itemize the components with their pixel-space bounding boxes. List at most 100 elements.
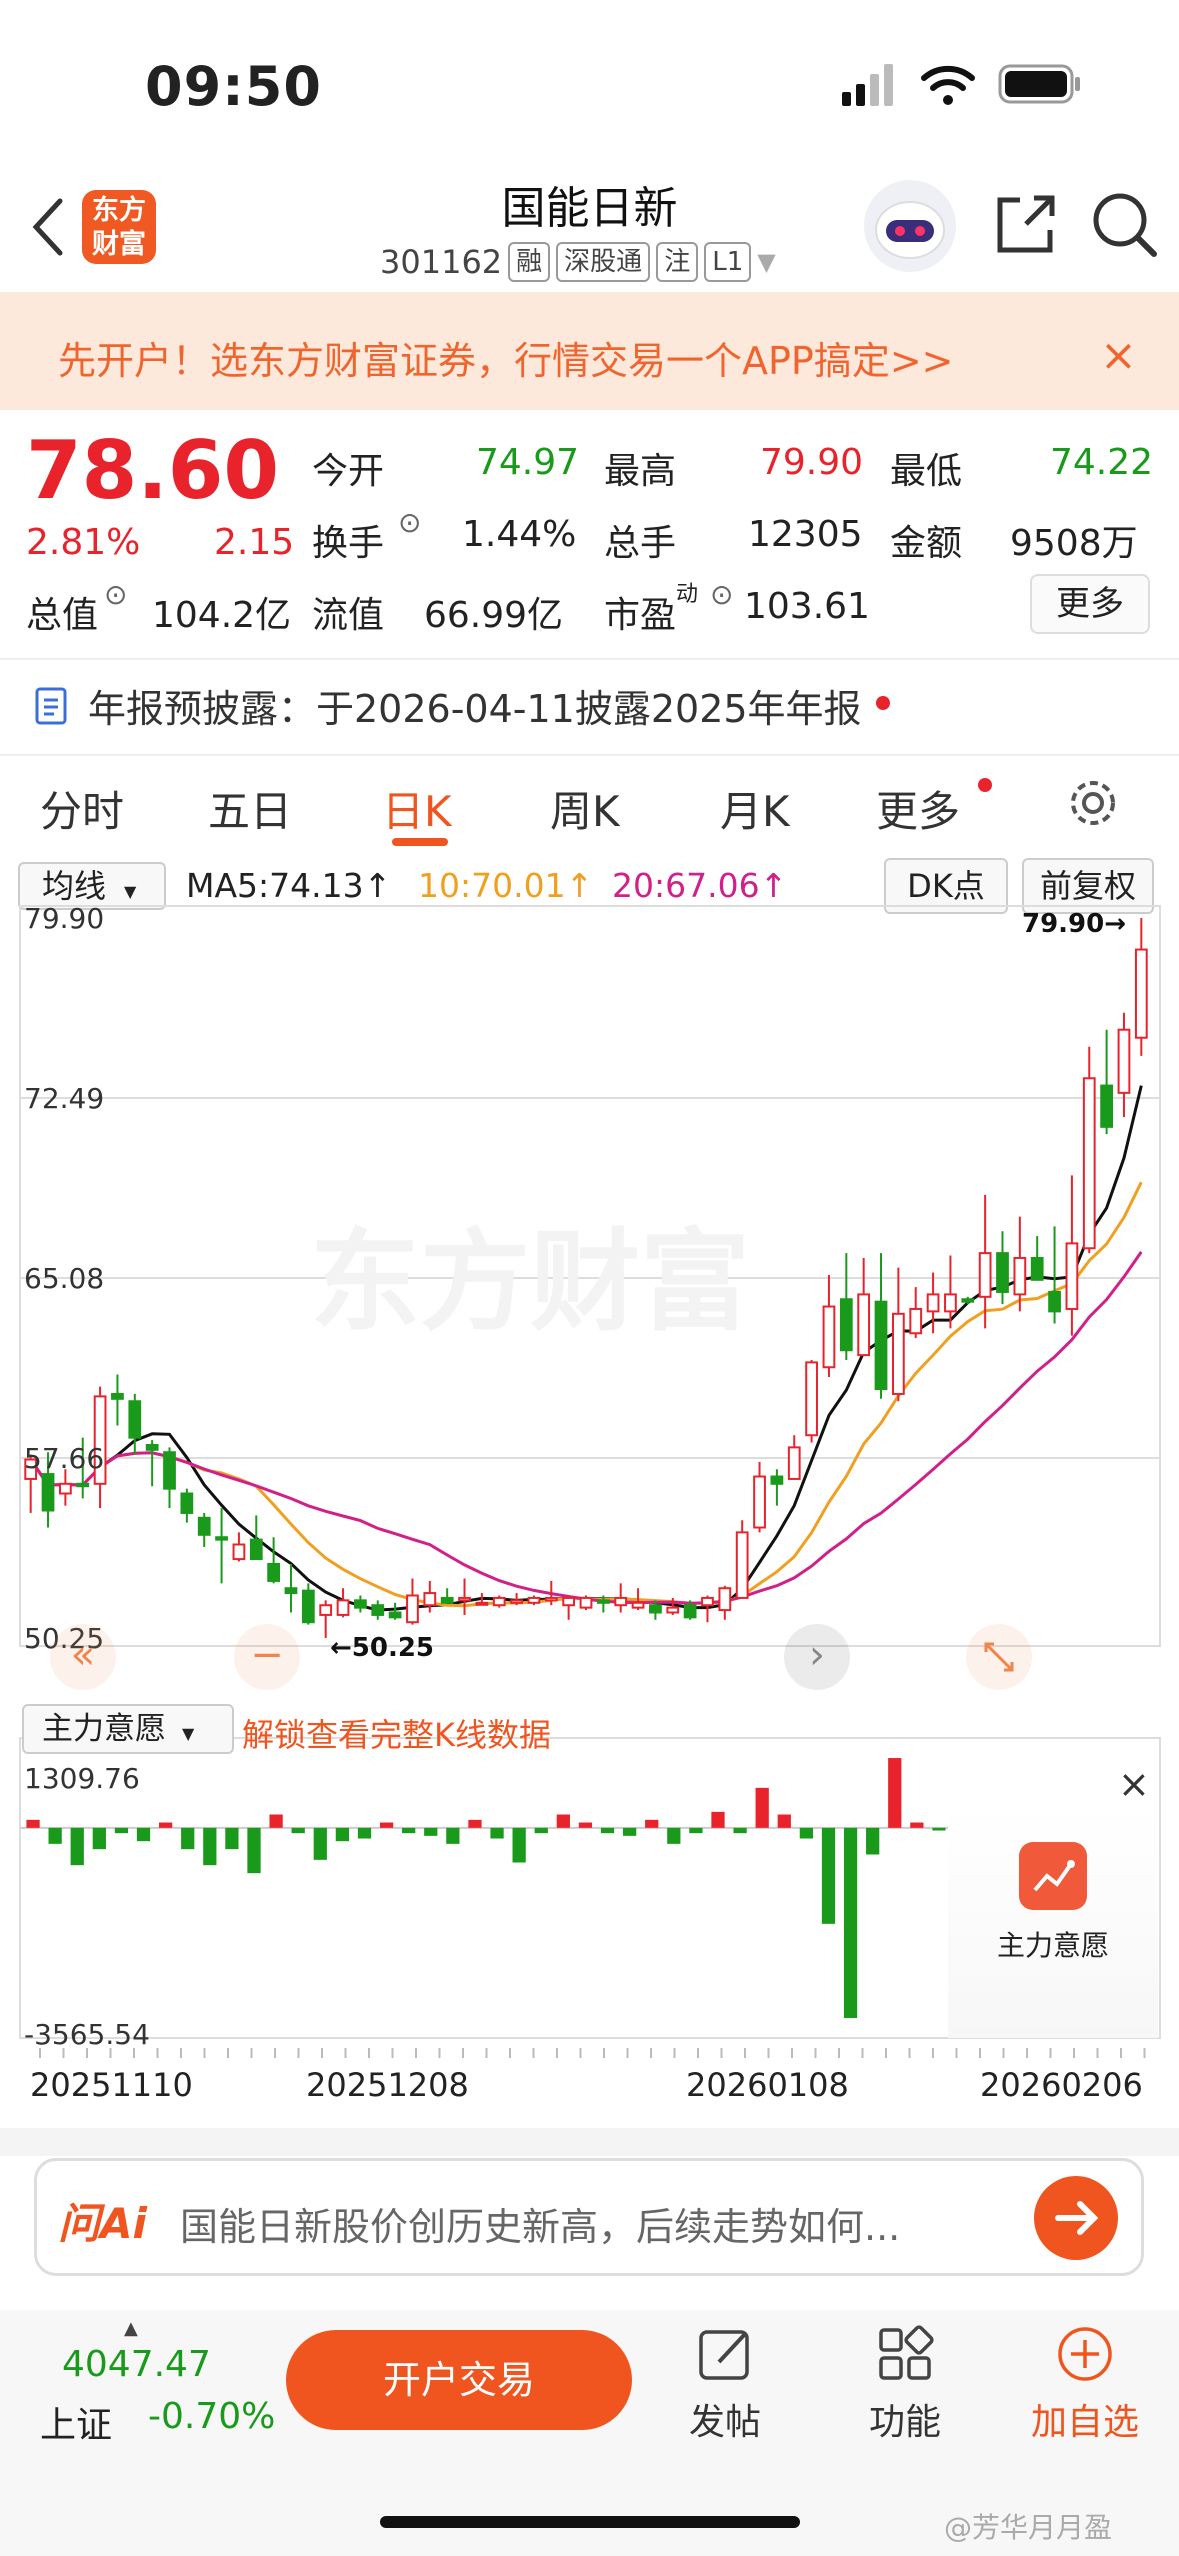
amount-label: 金额 xyxy=(890,523,963,564)
robot-avatar-icon[interactable] xyxy=(864,180,956,272)
tab-monthly-k[interactable]: 月K xyxy=(720,778,790,839)
low-value: 74.22 xyxy=(1050,442,1154,483)
sub-bar xyxy=(26,1819,40,1828)
post-button[interactable]: 发帖 xyxy=(680,2324,770,2445)
candle-body xyxy=(163,1451,176,1490)
candle-body xyxy=(787,1446,801,1480)
main-force-icon xyxy=(1019,1842,1087,1910)
candle-body xyxy=(180,1492,194,1514)
sub-bar xyxy=(910,1822,924,1828)
plus-circle-icon xyxy=(1058,2327,1112,2381)
candle-body xyxy=(76,1482,90,1488)
sub-bar xyxy=(203,1827,217,1866)
function-button[interactable]: 功能 xyxy=(860,2324,950,2445)
candle-body xyxy=(475,1601,489,1606)
candle-body xyxy=(111,1392,124,1400)
candle-body xyxy=(510,1599,523,1604)
more-button[interactable]: 更多 xyxy=(1030,574,1150,634)
tab-intraday[interactable]: 分时 xyxy=(40,778,124,839)
sub-indicator-select[interactable]: 主力意愿 ▼ xyxy=(22,1704,234,1754)
scroll-left-button[interactable]: « xyxy=(50,1624,116,1690)
share-icon[interactable] xyxy=(990,190,1060,264)
close-icon[interactable]: × xyxy=(1118,1762,1150,1806)
arrow-right-icon[interactable] xyxy=(1034,2176,1118,2260)
candle-body xyxy=(215,1536,228,1541)
y-axis-label: 57.66 xyxy=(24,1442,104,1475)
pe-label: 市盈 xyxy=(604,595,677,636)
candle-body xyxy=(267,1562,281,1582)
open-value: 74.97 xyxy=(476,442,580,483)
date-label: 20260108 xyxy=(686,2066,849,2104)
candle-body xyxy=(857,1293,871,1357)
sub-select-label: 主力意愿 xyxy=(42,1711,166,1747)
change-amt: 2.15 xyxy=(214,522,295,563)
stock-subline[interactable]: 301162 融 深股通 注 L1 ▼ xyxy=(380,242,776,282)
info-icon[interactable]: ⊙ xyxy=(710,578,733,611)
tab-more[interactable]: 更多 xyxy=(876,778,960,839)
promo-text[interactable]: 先开户！选东方财富证券，行情交易一个APP搞定>> xyxy=(58,330,954,385)
ai-question-text[interactable]: 国能日新股价创历史新高，后续走势如何... xyxy=(180,2196,900,2251)
search-icon[interactable] xyxy=(1090,190,1160,264)
tab-more-dot xyxy=(978,778,992,792)
float-value: 66.99亿 xyxy=(424,595,564,636)
sub-bar xyxy=(181,1827,195,1850)
tag-registered: 注 xyxy=(656,242,699,282)
home-indicator xyxy=(380,2516,800,2528)
candle-body xyxy=(996,1252,1009,1293)
sub-bar xyxy=(866,1827,880,1855)
next-button[interactable]: › xyxy=(784,1624,850,1690)
pe-sup: 动 xyxy=(676,582,699,607)
edit-icon xyxy=(699,2330,749,2380)
unlock-link[interactable]: 解锁查看完整K线数据 xyxy=(242,1710,551,1756)
high-value: 79.90 xyxy=(760,442,864,483)
sub-bar xyxy=(534,1827,548,1834)
candle-body xyxy=(683,1604,697,1619)
open-label: 今开 xyxy=(312,451,385,492)
tab-daily-k[interactable]: 日K xyxy=(382,778,452,839)
cap-label: 总值 xyxy=(26,595,99,636)
tab-5day[interactable]: 五日 xyxy=(208,778,292,839)
candle-body xyxy=(978,1252,992,1298)
sub-bar xyxy=(799,1827,814,1839)
main-force-badge[interactable]: 主力意愿 xyxy=(948,1808,1158,2038)
sub-bar xyxy=(291,1827,305,1834)
candle-body xyxy=(614,1596,628,1607)
post-label: 发帖 xyxy=(688,2402,761,2443)
close-icon[interactable]: × xyxy=(1100,330,1137,381)
float-label: 流值 xyxy=(312,595,385,636)
candle-body xyxy=(41,1473,55,1512)
notice-dot xyxy=(876,696,890,710)
tab-weekly-k[interactable]: 周K xyxy=(550,778,620,839)
max-price-mark: 79.90→ xyxy=(1022,909,1126,939)
sub-bar xyxy=(888,1758,902,1828)
open-account-button[interactable]: 开户交易 xyxy=(286,2330,632,2430)
info-icon[interactable]: ⊙ xyxy=(104,578,127,611)
y-axis-label: 72.49 xyxy=(24,1082,104,1115)
volume-label: 总手 xyxy=(604,523,677,564)
chevron-down-icon: ▼ xyxy=(757,248,776,276)
candle-body xyxy=(232,1543,246,1561)
candle-body xyxy=(1048,1290,1061,1313)
signal-icon xyxy=(840,62,900,112)
candle-body xyxy=(1100,1084,1113,1128)
report-notice[interactable]: 年报预披露：于2026-04-11披露2025年年报 xyxy=(88,678,862,733)
function-label: 功能 xyxy=(868,2402,941,2443)
sub-bar xyxy=(402,1827,416,1834)
zoom-out-button[interactable]: − xyxy=(234,1624,300,1690)
date-label: 20260206 xyxy=(980,2066,1143,2104)
candle-body xyxy=(197,1516,211,1536)
info-icon[interactable]: ⊙ xyxy=(398,506,421,539)
y-axis-label: 79.90 xyxy=(24,902,104,935)
add-watchlist-button[interactable]: 加自选 xyxy=(1030,2324,1140,2445)
fullscreen-icon[interactable] xyxy=(966,1624,1032,1690)
ma5-line xyxy=(29,1085,1143,1612)
pe-value: 103.61 xyxy=(744,586,870,627)
sub-bar xyxy=(313,1827,327,1860)
grid-icon xyxy=(879,2325,934,2380)
gear-icon[interactable] xyxy=(1066,776,1120,834)
sub-bar xyxy=(446,1827,460,1844)
index-up-icon: ▲ xyxy=(124,2318,138,2339)
candle-body xyxy=(371,1604,385,1616)
y-axis-label: 65.08 xyxy=(24,1262,104,1295)
sub-bar xyxy=(335,1827,350,1842)
